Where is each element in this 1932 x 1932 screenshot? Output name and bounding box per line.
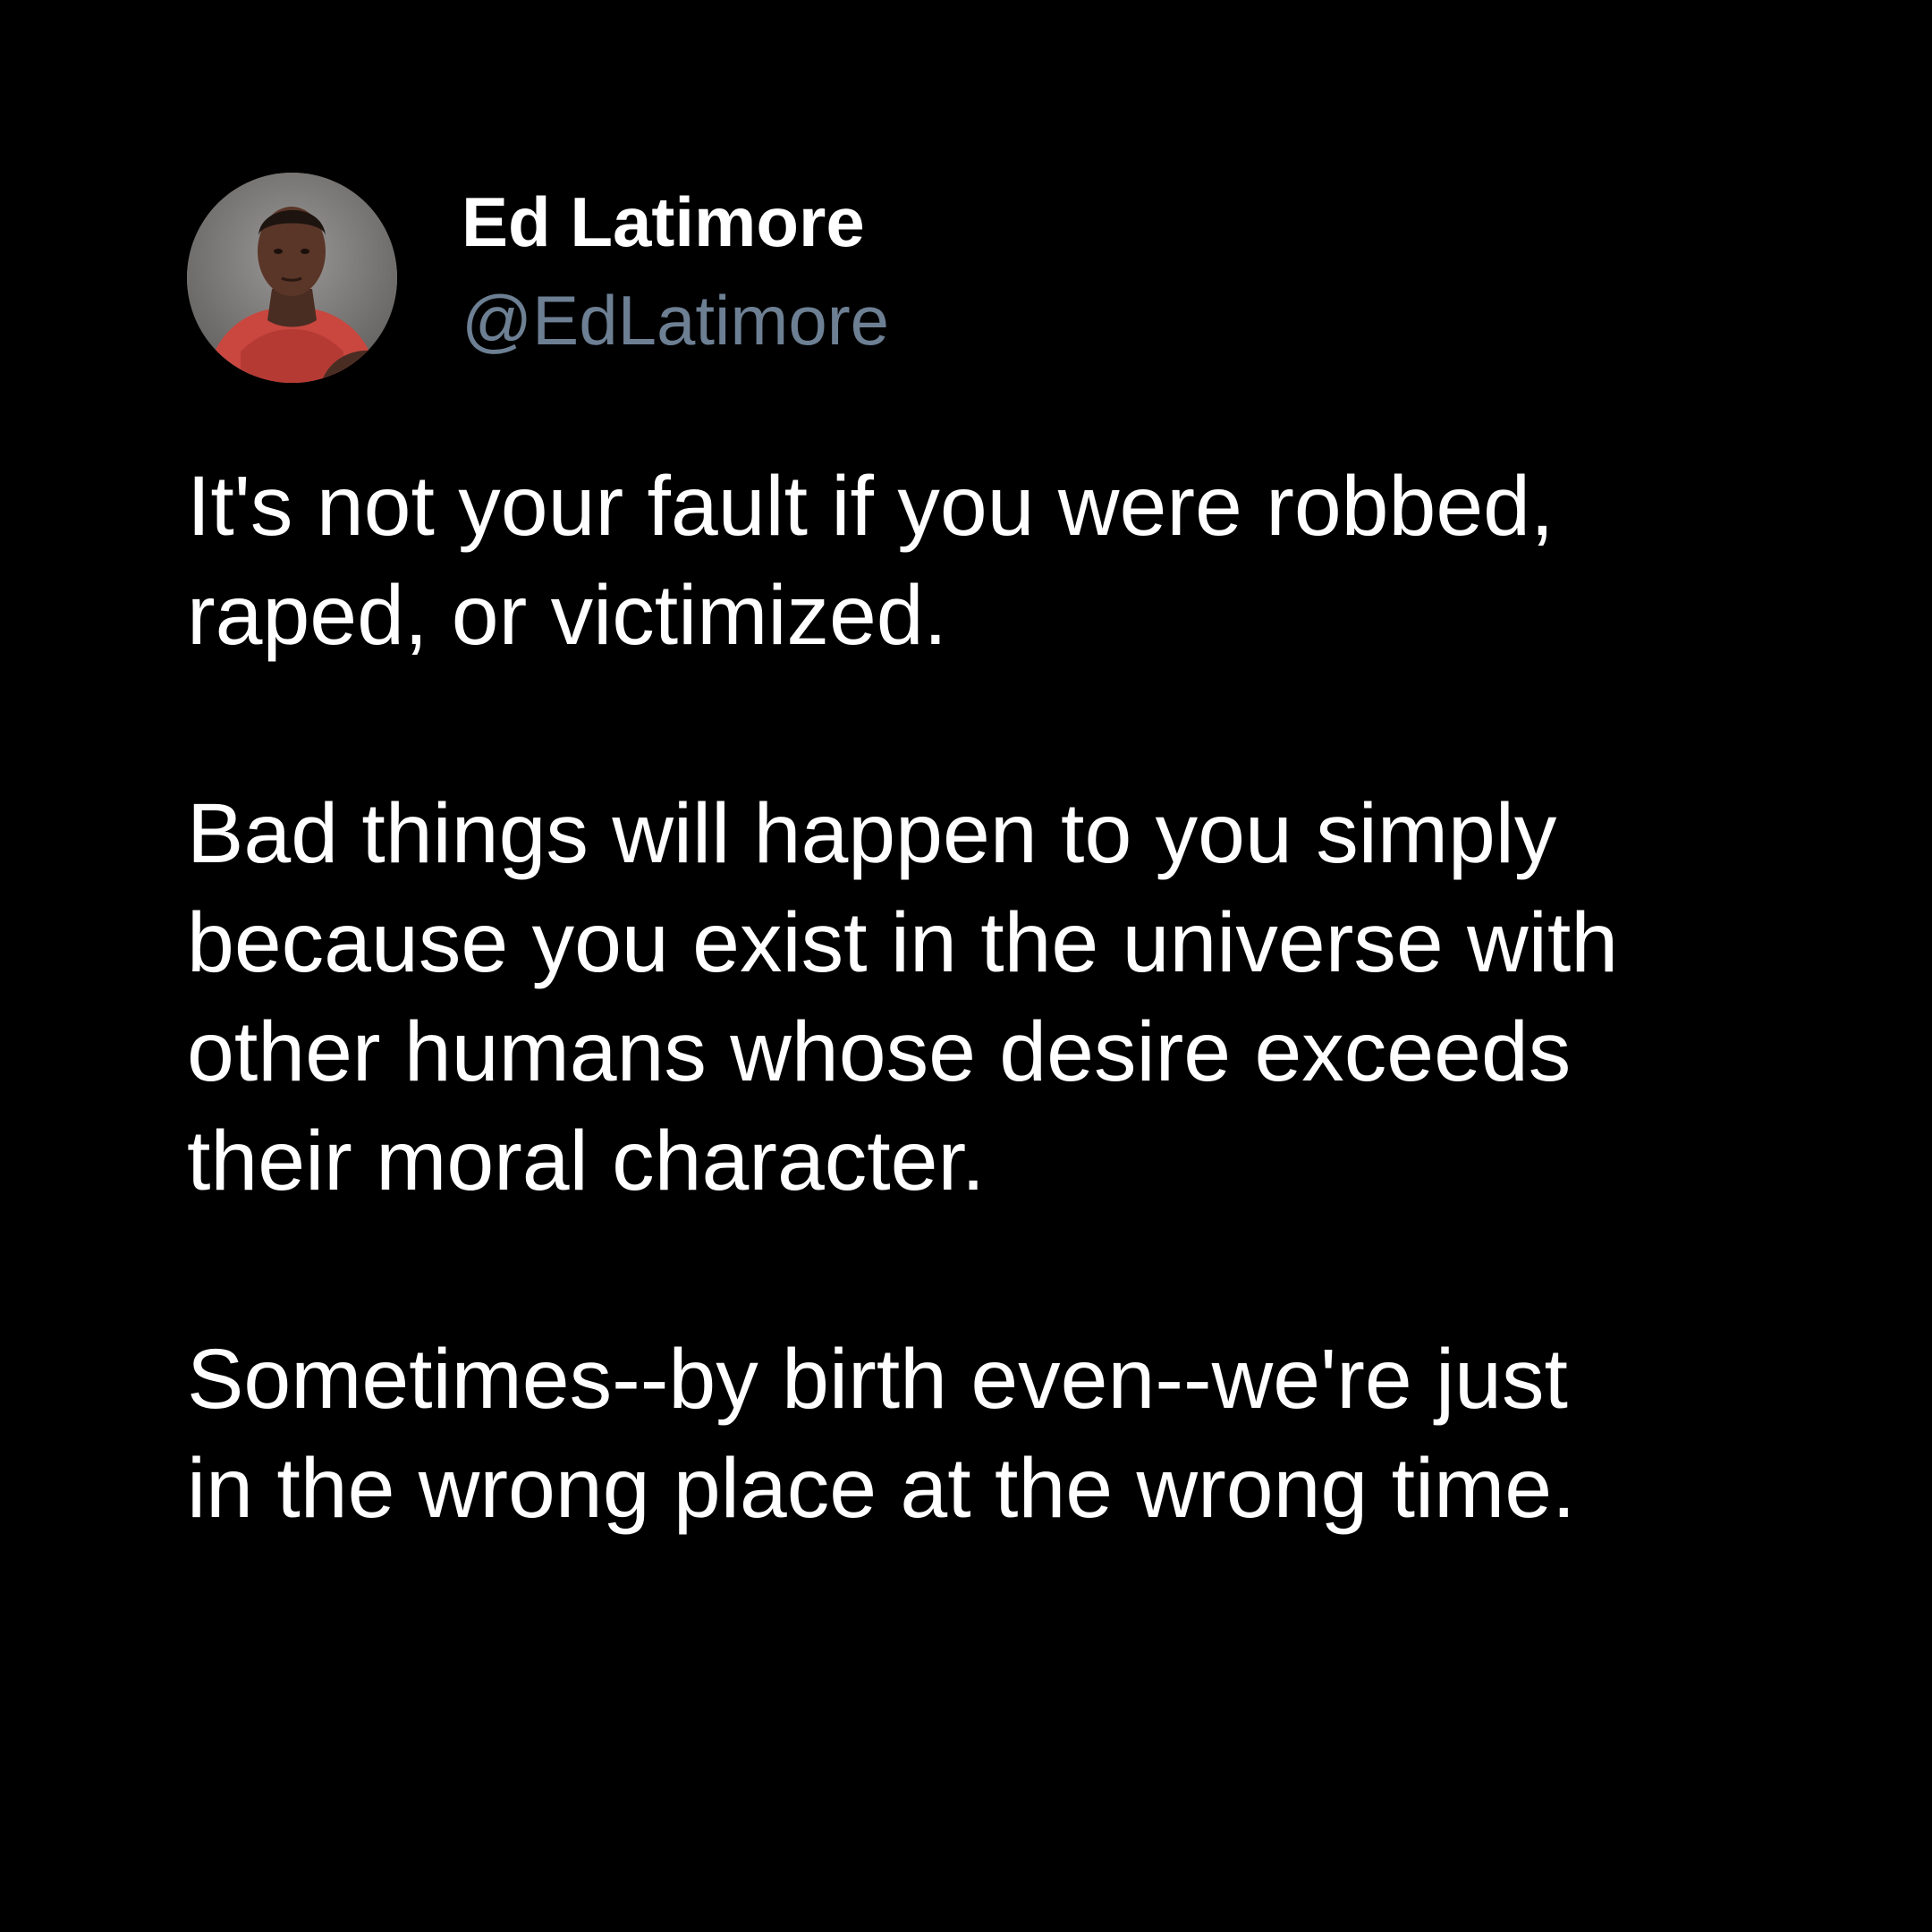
user-handle[interactable]: @EdLatimore <box>462 280 889 360</box>
tweet-body: It's not your fault if you were robbed, … <box>187 452 1797 1543</box>
tweet-line: raped, or victimized. <box>187 568 948 663</box>
tweet-line: It's not your fault if you were robbed, <box>187 459 1555 554</box>
tweet-line: Sometimes--by birth even--we're just <box>187 1332 1568 1427</box>
tweet-line: Bad things will happen to you simply <box>187 786 1557 881</box>
avatar[interactable] <box>187 173 397 383</box>
profile-photo-icon <box>187 173 397 383</box>
tweet-card: Ed Latimore @EdLatimore It's not your fa… <box>0 0 1932 1932</box>
tweet-paragraph: Bad things will happen to you simply bec… <box>187 779 1797 1216</box>
tweet-paragraph: It's not your fault if you were robbed, … <box>187 452 1797 670</box>
tweet-line: their moral character. <box>187 1114 986 1208</box>
tweet-line: in the wrong place at the wrong time. <box>187 1441 1576 1536</box>
display-name[interactable]: Ed Latimore <box>462 182 865 262</box>
tweet-header: Ed Latimore @EdLatimore <box>187 173 1529 383</box>
tweet-paragraph: Sometimes--by birth even--we're just in … <box>187 1325 1797 1543</box>
tweet-line: because you exist in the universe with <box>187 895 1619 990</box>
tweet-line: other humans whose desire exceeds <box>187 1004 1572 1099</box>
